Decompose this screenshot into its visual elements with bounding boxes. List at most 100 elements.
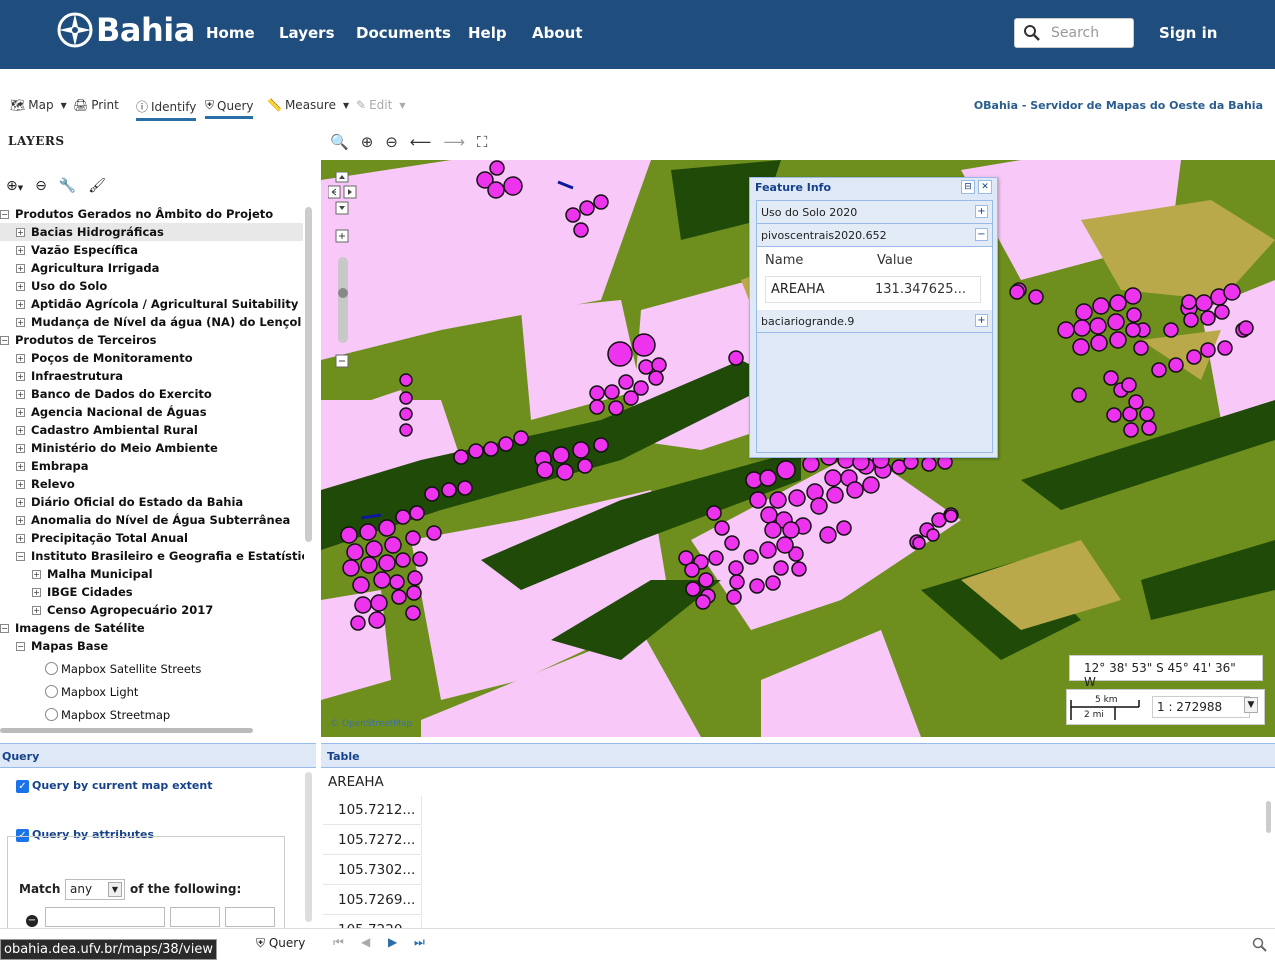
expand-icon[interactable]: + <box>16 263 25 273</box>
expand-icon[interactable]: + <box>16 443 25 453</box>
collapse-icon[interactable]: − <box>975 228 988 241</box>
value-input[interactable] <box>225 907 275 927</box>
table-scrollbar[interactable] <box>1266 801 1271 833</box>
identify-button[interactable]: ⓘ Identify <box>136 98 197 121</box>
collapse-icon[interactable]: − <box>0 209 9 219</box>
collapse-icon[interactable]: − <box>0 623 9 633</box>
tree-node[interactable]: + Poços de Monitoramento <box>16 349 193 367</box>
logo[interactable]: Bahia <box>56 10 195 50</box>
fullscreen-icon[interactable]: ⛶ <box>477 133 488 151</box>
brush-icon[interactable]: 🖌 <box>88 178 106 194</box>
zoom-slider-thumb[interactable] <box>338 288 348 298</box>
forward-arrow-icon[interactable]: ⟶ <box>443 133 465 151</box>
back-arrow-icon[interactable]: ⟵ <box>410 133 432 151</box>
tree-node[interactable]: + Censo Agropecuário 2017 <box>32 601 213 619</box>
expand-icon[interactable]: + <box>975 314 988 327</box>
tree-node[interactable]: + Agricultura Irrigada <box>16 259 159 277</box>
feature-panel[interactable]: Uso do Solo 2020 + <box>757 201 992 224</box>
next-page-icon[interactable]: ▶ <box>388 935 397 949</box>
expand-icon[interactable]: + <box>16 281 25 291</box>
nav-layers[interactable]: Layers <box>279 24 335 42</box>
attribute-select[interactable] <box>45 907 165 927</box>
search-input[interactable]: Search <box>1014 18 1134 48</box>
tree-node[interactable]: − Mapas Base <box>16 637 108 655</box>
tree-node[interactable]: − Produtos Gerados no Âmbito do Projeto <box>0 205 273 223</box>
operator-select[interactable] <box>170 907 220 927</box>
tree-node[interactable]: + Uso do Solo <box>16 277 107 295</box>
feature-info-window[interactable]: Feature Info ⊟ ✕ Uso do Solo 2020 + pivo… <box>749 177 998 458</box>
table-row[interactable]: 105.7212... <box>323 796 422 825</box>
collapse-icon[interactable]: − <box>0 335 9 345</box>
close-icon[interactable]: ✕ <box>978 180 992 194</box>
collapse-icon[interactable]: − <box>16 641 25 651</box>
table-column-header[interactable]: AREAHA <box>328 774 384 790</box>
chevron-down-icon[interactable]: ▼ <box>1244 697 1258 713</box>
expand-icon[interactable]: + <box>16 245 25 255</box>
tree-node[interactable]: − Produtos de Terceiros <box>0 331 156 349</box>
tree-node[interactable]: + Diário Oficial do Estado da Bahia <box>16 493 243 511</box>
scale-select[interactable]: 1 : 272988 <box>1152 696 1250 718</box>
tree-node[interactable]: + Relevo <box>16 475 75 493</box>
tree-node[interactable]: + Bacias Hidrográficas <box>0 223 303 241</box>
expand-icon[interactable]: + <box>16 425 25 435</box>
search-icon[interactable] <box>1252 937 1267 952</box>
signin-link[interactable]: Sign in <box>1159 24 1217 42</box>
wrench-icon[interactable]: 🔧 <box>59 178 76 194</box>
feature-panel[interactable]: baciariogrande.9 + <box>757 310 992 333</box>
map-menu-button[interactable]: 🗺 Map ▼ <box>10 98 67 112</box>
basemap-option[interactable]: Mapbox Streetmap <box>45 703 170 725</box>
add-layer-icon[interactable]: ⊕▼ <box>6 178 23 194</box>
tree-node[interactable]: − Instituto Brasileiro e Geografia e Esta… <box>16 547 304 565</box>
expand-icon[interactable]: + <box>16 299 25 309</box>
expand-icon[interactable]: + <box>975 205 988 218</box>
tree-node[interactable]: + Malha Municipal <box>32 565 153 583</box>
expand-icon[interactable]: + <box>16 461 25 471</box>
tree-node[interactable]: + Anomalia do Nível de Água Subterrânea <box>16 511 290 529</box>
measure-button[interactable]: 📏 Measure ▼ <box>267 98 349 112</box>
tree-node[interactable]: + Mudança de Nível da água (NA) do Lençol… <box>16 313 304 331</box>
nav-help[interactable]: Help <box>468 24 507 42</box>
collapse-icon[interactable]: − <box>16 551 25 561</box>
expand-icon[interactable]: + <box>16 317 25 327</box>
basemap-option[interactable]: Mapbox Light <box>45 680 138 703</box>
expand-icon[interactable]: + <box>32 569 41 579</box>
expand-icon[interactable]: + <box>16 497 25 507</box>
expand-icon[interactable]: + <box>16 371 25 381</box>
zoom-in-icon[interactable]: ⊕ <box>361 133 374 151</box>
zoom-slider[interactable] <box>338 257 348 343</box>
tree-node[interactable]: + Aptidão Agrícola / Agricultural Suitabi… <box>16 295 298 313</box>
table-row[interactable]: 105.7302... <box>323 856 422 885</box>
table-row[interactable]: 105.7269... <box>323 886 422 915</box>
last-page-icon[interactable]: ⏭ <box>414 935 425 950</box>
first-page-icon[interactable]: ⏮ <box>333 935 344 950</box>
nav-documents[interactable]: Documents <box>356 24 451 42</box>
query-extent-option[interactable]: ✓ Query by current map extent <box>16 779 212 793</box>
table-row[interactable]: 105.7272... <box>323 826 422 855</box>
tree-node[interactable]: + Banco de Dados do Exercito <box>16 385 212 403</box>
pin-icon[interactable]: ⊟ <box>961 180 975 194</box>
tree-node[interactable]: + Vazão Específica <box>16 241 138 259</box>
expand-icon[interactable]: + <box>32 587 41 597</box>
tree-node[interactable]: + Precipitação Total Anual <box>16 529 188 547</box>
map-attribution[interactable]: © OpenStreetMap <box>330 719 412 729</box>
expand-icon[interactable]: + <box>16 389 25 399</box>
tree-node[interactable]: + Infraestrutura <box>16 367 123 385</box>
expand-icon[interactable]: + <box>16 515 25 525</box>
nav-about[interactable]: About <box>532 24 583 42</box>
tree-node[interactable]: + Cadastro Ambiental Rural <box>16 421 198 439</box>
basemap-option[interactable]: Mapbox Satellite Streets <box>45 657 201 680</box>
expand-icon[interactable]: + <box>16 479 25 489</box>
zoom-search-icon[interactable]: 🔍 <box>330 133 349 151</box>
expand-icon[interactable]: + <box>16 227 25 237</box>
remove-filter-icon[interactable]: − <box>26 915 38 927</box>
remove-layer-icon[interactable]: ⊖ <box>35 178 47 194</box>
query-scrollbar[interactable] <box>305 772 312 922</box>
print-button[interactable]: 🖨 Print <box>73 98 119 112</box>
expand-icon[interactable]: + <box>16 533 25 543</box>
nav-home[interactable]: Home <box>206 24 255 42</box>
match-select[interactable]: any ▼ <box>65 879 125 900</box>
tree-node[interactable]: + Embrapa <box>16 457 89 475</box>
expand-icon[interactable]: + <box>16 407 25 417</box>
query-button[interactable]: ⛨ Query <box>205 98 254 119</box>
tree-node[interactable]: + IBGE Cidades <box>32 583 133 601</box>
